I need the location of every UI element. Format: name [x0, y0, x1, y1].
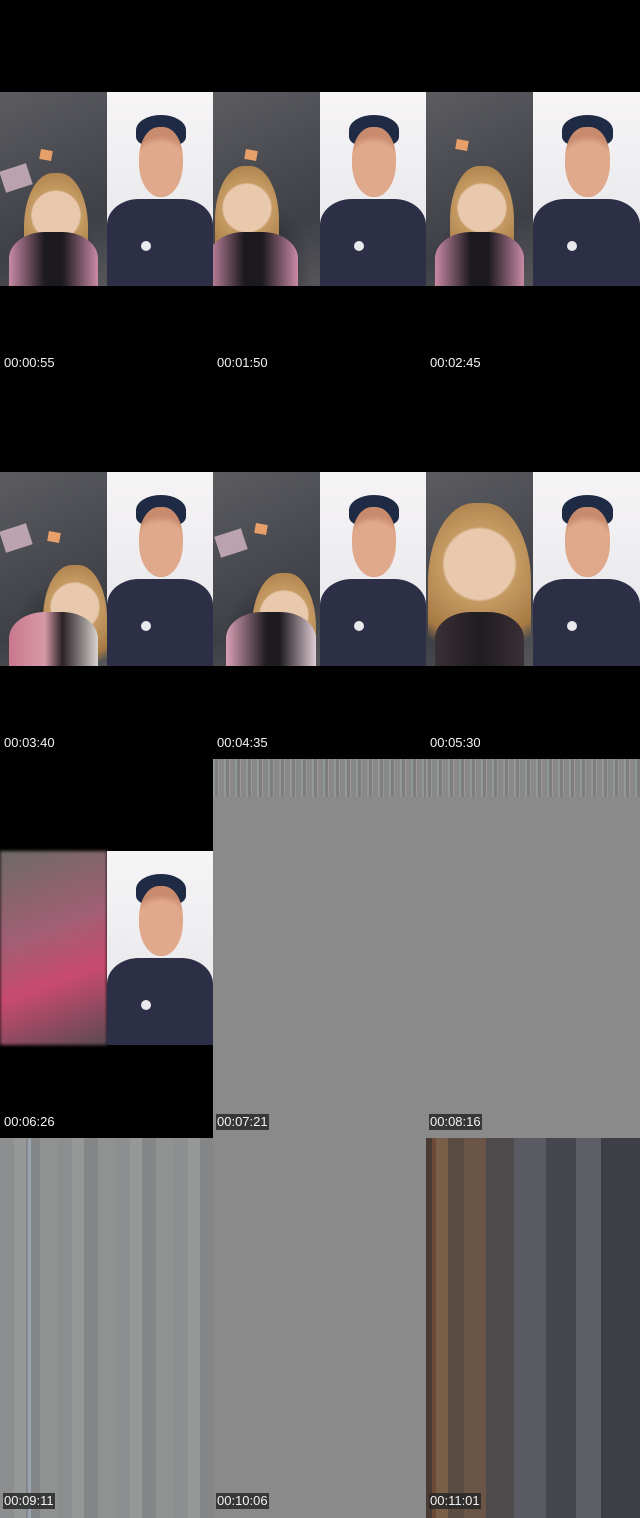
timestamp-label: 00:11:01 — [429, 1493, 481, 1509]
thumbnail-cell[interactable]: 00:06:26 — [0, 759, 213, 1139]
left-video-frame — [426, 92, 533, 286]
left-video-frame — [213, 472, 320, 666]
right-video-frame — [320, 92, 426, 286]
right-video-frame — [107, 851, 213, 1045]
timestamp-label: 00:02:45 — [430, 355, 481, 370]
thumbnail-cell[interactable]: 00:00:55 — [0, 0, 213, 380]
left-video-frame — [0, 472, 107, 666]
thumbnail-cell[interactable]: 00:02:45 — [426, 0, 640, 380]
thumbnail-cell[interactable]: 00:08:16 — [426, 759, 640, 1139]
timestamp-label: 00:01:50 — [217, 355, 268, 370]
thumbnail-cell[interactable]: 00:11:01 — [426, 1138, 640, 1518]
timestamp-label: 00:05:30 — [430, 735, 481, 750]
timestamp-label: 00:08:16 — [429, 1114, 482, 1130]
corrupted-frame — [213, 759, 426, 1139]
right-video-frame — [533, 472, 640, 666]
corrupted-frame — [213, 1138, 426, 1518]
thumbnail-cell[interactable]: 00:07:21 — [213, 759, 426, 1139]
timestamp-label: 00:09:11 — [3, 1493, 55, 1509]
corrupted-frame — [426, 759, 640, 1139]
thumbnail-cell[interactable]: 00:04:35 — [213, 380, 426, 760]
thumbnail-grid: 00:00:55 00:01:50 00:02:45 00:03:40 00:0… — [0, 0, 640, 1518]
right-video-frame — [107, 472, 213, 666]
thumbnail-cell[interactable]: 00:05:30 — [426, 380, 640, 760]
right-video-frame — [107, 92, 213, 286]
thumbnail-cell[interactable]: 00:03:40 — [0, 380, 213, 760]
timestamp-label: 00:04:35 — [217, 735, 268, 750]
timestamp-label: 00:03:40 — [4, 735, 55, 750]
left-video-frame — [0, 92, 107, 286]
left-video-frame — [213, 92, 320, 286]
corrupted-frame — [426, 1138, 640, 1518]
left-video-frame — [426, 472, 533, 666]
thumbnail-cell[interactable]: 00:01:50 — [213, 0, 426, 380]
right-video-frame — [320, 472, 426, 666]
thumbnail-cell[interactable]: 00:10:06 — [213, 1138, 426, 1518]
left-video-frame — [0, 851, 107, 1045]
timestamp-label: 00:10:06 — [216, 1493, 269, 1509]
timestamp-label: 00:07:21 — [216, 1114, 269, 1130]
timestamp-label: 00:00:55 — [4, 355, 55, 370]
corrupted-frame — [0, 1138, 213, 1518]
timestamp-label: 00:06:26 — [4, 1114, 55, 1129]
thumbnail-cell[interactable]: 00:09:11 — [0, 1138, 213, 1518]
right-video-frame — [533, 92, 640, 286]
